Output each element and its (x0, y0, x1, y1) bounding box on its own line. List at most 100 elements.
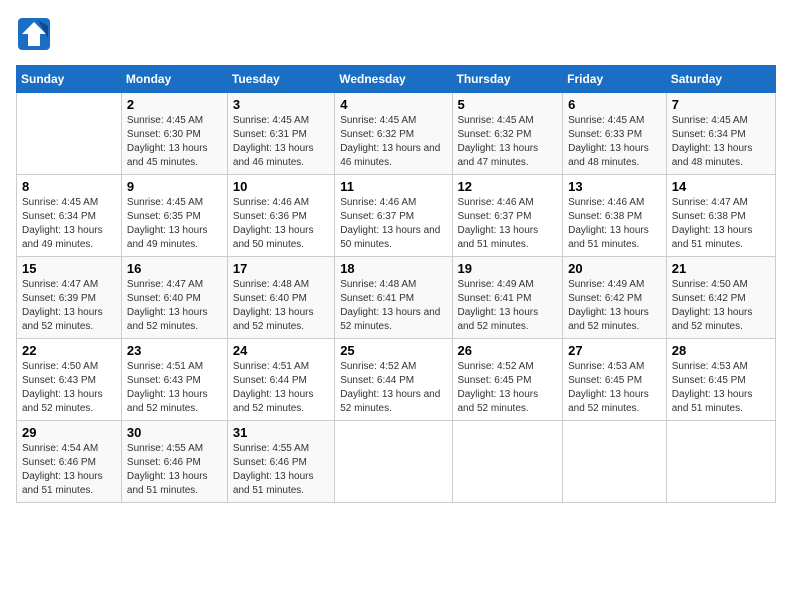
day-number: 2 (127, 97, 222, 112)
calendar-cell: 9Sunrise: 4:45 AMSunset: 6:35 PMDaylight… (121, 175, 227, 257)
day-info: Sunrise: 4:55 AMSunset: 6:46 PMDaylight:… (233, 442, 329, 498)
calendar-cell: 31 Sunrise: 4:55 AMSunset: 6:46 PMDayligh… (227, 421, 334, 503)
day-info: Sunrise: 4:50 AMSunset: 6:42 PMDaylight:… (672, 278, 770, 334)
day-number: 12 (458, 179, 558, 194)
day-info: Sunrise: 4:47 AMSunset: 6:40 PMDaylight:… (127, 278, 222, 334)
day-info: Sunrise: 4:49 AMSunset: 6:41 PMDaylight:… (458, 278, 558, 334)
day-number: 14 (672, 179, 770, 194)
day-number: 13 (568, 179, 661, 194)
day-number: 27 (568, 343, 661, 358)
logo (16, 16, 56, 57)
week-row-2: 8 Sunrise: 4:45 AMSunset: 6:34 PMDaylight… (17, 175, 776, 257)
day-info: Sunrise: 4:47 AMSunset: 6:38 PMDaylight:… (672, 196, 770, 252)
calendar-cell: 2 Sunrise: 4:45 AMSunset: 6:30 PMDaylight… (121, 93, 227, 175)
day-info: Sunrise: 4:54 AMSunset: 6:46 PMDaylight:… (22, 442, 116, 498)
day-number: 20 (568, 261, 661, 276)
day-info: Sunrise: 4:53 AMSunset: 6:45 PMDaylight:… (672, 360, 770, 416)
calendar-cell: 28 Sunrise: 4:53 AMSunset: 6:45 PMDayligh… (666, 339, 775, 421)
day-info: Sunrise: 4:46 AMSunset: 6:37 PMDaylight:… (340, 196, 446, 252)
calendar-cell: 24 Sunrise: 4:51 AMSunset: 6:44 PMDayligh… (227, 339, 334, 421)
day-info: Sunrise: 4:45 AMSunset: 6:30 PMDaylight:… (127, 114, 222, 170)
week-row-1: 2 Sunrise: 4:45 AMSunset: 6:30 PMDaylight… (17, 93, 776, 175)
calendar-table: SundayMondayTuesdayWednesdayThursdayFrid… (16, 65, 776, 503)
logo-icon (16, 16, 52, 57)
day-info: Sunrise: 4:46 AMSunset: 6:36 PMDaylight:… (233, 196, 329, 252)
week-row-3: 15 Sunrise: 4:47 AMSunset: 6:39 PMDayligh… (17, 257, 776, 339)
day-number: 3 (233, 97, 329, 112)
day-info: Sunrise: 4:46 AMSunset: 6:38 PMDaylight:… (568, 196, 661, 252)
day-info: Sunrise: 4:51 AMSunset: 6:44 PMDaylight:… (233, 360, 329, 416)
day-number: 22 (22, 343, 116, 358)
day-number: 24 (233, 343, 329, 358)
calendar-cell (452, 421, 563, 503)
day-info: Sunrise: 4:49 AMSunset: 6:42 PMDaylight:… (568, 278, 661, 334)
calendar-cell: 30Sunrise: 4:55 AMSunset: 6:46 PMDayligh… (121, 421, 227, 503)
day-info: Sunrise: 4:53 AMSunset: 6:45 PMDaylight:… (568, 360, 661, 416)
calendar-cell (563, 421, 667, 503)
calendar-cell: 23Sunrise: 4:51 AMSunset: 6:43 PMDayligh… (121, 339, 227, 421)
calendar-cell: 4Sunrise: 4:45 AMSunset: 6:32 PMDaylight… (335, 93, 452, 175)
calendar-cell: 10Sunrise: 4:46 AMSunset: 6:36 PMDayligh… (227, 175, 334, 257)
day-number: 29 (22, 425, 116, 440)
day-number: 8 (22, 179, 116, 194)
day-info: Sunrise: 4:45 AMSunset: 6:34 PMDaylight:… (672, 114, 770, 170)
calendar-cell: 12 Sunrise: 4:46 AMSunset: 6:37 PMDayligh… (452, 175, 563, 257)
column-header-thursday: Thursday (452, 66, 563, 93)
column-header-wednesday: Wednesday (335, 66, 452, 93)
day-number: 15 (22, 261, 116, 276)
calendar-cell: 7 Sunrise: 4:45 AMSunset: 6:34 PMDaylight… (666, 93, 775, 175)
calendar-cell: 22 Sunrise: 4:50 AMSunset: 6:43 PMDayligh… (17, 339, 122, 421)
day-number: 11 (340, 179, 446, 194)
day-number: 31 (233, 425, 329, 440)
calendar-body: 2 Sunrise: 4:45 AMSunset: 6:30 PMDaylight… (17, 93, 776, 503)
column-header-friday: Friday (563, 66, 667, 93)
day-info: Sunrise: 4:50 AMSunset: 6:43 PMDaylight:… (22, 360, 116, 416)
column-header-tuesday: Tuesday (227, 66, 334, 93)
day-number: 30 (127, 425, 222, 440)
calendar-cell: 14 Sunrise: 4:47 AMSunset: 6:38 PMDayligh… (666, 175, 775, 257)
page-header (16, 16, 776, 57)
day-number: 19 (458, 261, 558, 276)
calendar-cell: 17 Sunrise: 4:48 AMSunset: 6:40 PMDayligh… (227, 257, 334, 339)
week-row-4: 22 Sunrise: 4:50 AMSunset: 6:43 PMDayligh… (17, 339, 776, 421)
day-number: 25 (340, 343, 446, 358)
calendar-cell: 16Sunrise: 4:47 AMSunset: 6:40 PMDayligh… (121, 257, 227, 339)
day-info: Sunrise: 4:45 AMSunset: 6:32 PMDaylight:… (458, 114, 558, 170)
calendar-cell: 3Sunrise: 4:45 AMSunset: 6:31 PMDaylight… (227, 93, 334, 175)
day-number: 4 (340, 97, 446, 112)
calendar-header-row: SundayMondayTuesdayWednesdayThursdayFrid… (17, 66, 776, 93)
day-info: Sunrise: 4:48 AMSunset: 6:40 PMDaylight:… (233, 278, 329, 334)
day-number: 6 (568, 97, 661, 112)
calendar-cell: 21Sunrise: 4:50 AMSunset: 6:42 PMDayligh… (666, 257, 775, 339)
calendar-cell (17, 93, 122, 175)
day-info: Sunrise: 4:45 AMSunset: 6:35 PMDaylight:… (127, 196, 222, 252)
day-number: 17 (233, 261, 329, 276)
column-header-saturday: Saturday (666, 66, 775, 93)
calendar-cell: 20 Sunrise: 4:49 AMSunset: 6:42 PMDayligh… (563, 257, 667, 339)
calendar-cell: 25 Sunrise: 4:52 AMSunset: 6:44 PMDayligh… (335, 339, 452, 421)
day-info: Sunrise: 4:48 AMSunset: 6:41 PMDaylight:… (340, 278, 446, 334)
calendar-cell: 19 Sunrise: 4:49 AMSunset: 6:41 PMDayligh… (452, 257, 563, 339)
day-info: Sunrise: 4:46 AMSunset: 6:37 PMDaylight:… (458, 196, 558, 252)
calendar-cell: 27 Sunrise: 4:53 AMSunset: 6:45 PMDayligh… (563, 339, 667, 421)
calendar-cell: 11 Sunrise: 4:46 AMSunset: 6:37 PMDayligh… (335, 175, 452, 257)
day-number: 7 (672, 97, 770, 112)
day-number: 26 (458, 343, 558, 358)
calendar-cell: 13 Sunrise: 4:46 AMSunset: 6:38 PMDayligh… (563, 175, 667, 257)
day-info: Sunrise: 4:45 AMSunset: 6:34 PMDaylight:… (22, 196, 116, 252)
calendar-cell: 29 Sunrise: 4:54 AMSunset: 6:46 PMDayligh… (17, 421, 122, 503)
week-row-5: 29 Sunrise: 4:54 AMSunset: 6:46 PMDayligh… (17, 421, 776, 503)
day-info: Sunrise: 4:47 AMSunset: 6:39 PMDaylight:… (22, 278, 116, 334)
calendar-cell (666, 421, 775, 503)
day-number: 28 (672, 343, 770, 358)
calendar-cell: 18Sunrise: 4:48 AMSunset: 6:41 PMDayligh… (335, 257, 452, 339)
day-info: Sunrise: 4:52 AMSunset: 6:44 PMDaylight:… (340, 360, 446, 416)
column-header-sunday: Sunday (17, 66, 122, 93)
calendar-cell: 26 Sunrise: 4:52 AMSunset: 6:45 PMDayligh… (452, 339, 563, 421)
column-header-monday: Monday (121, 66, 227, 93)
day-number: 23 (127, 343, 222, 358)
day-info: Sunrise: 4:52 AMSunset: 6:45 PMDaylight:… (458, 360, 558, 416)
day-info: Sunrise: 4:45 AMSunset: 6:33 PMDaylight:… (568, 114, 661, 170)
calendar-cell: 15 Sunrise: 4:47 AMSunset: 6:39 PMDayligh… (17, 257, 122, 339)
calendar-cell: 6 Sunrise: 4:45 AMSunset: 6:33 PMDaylight… (563, 93, 667, 175)
